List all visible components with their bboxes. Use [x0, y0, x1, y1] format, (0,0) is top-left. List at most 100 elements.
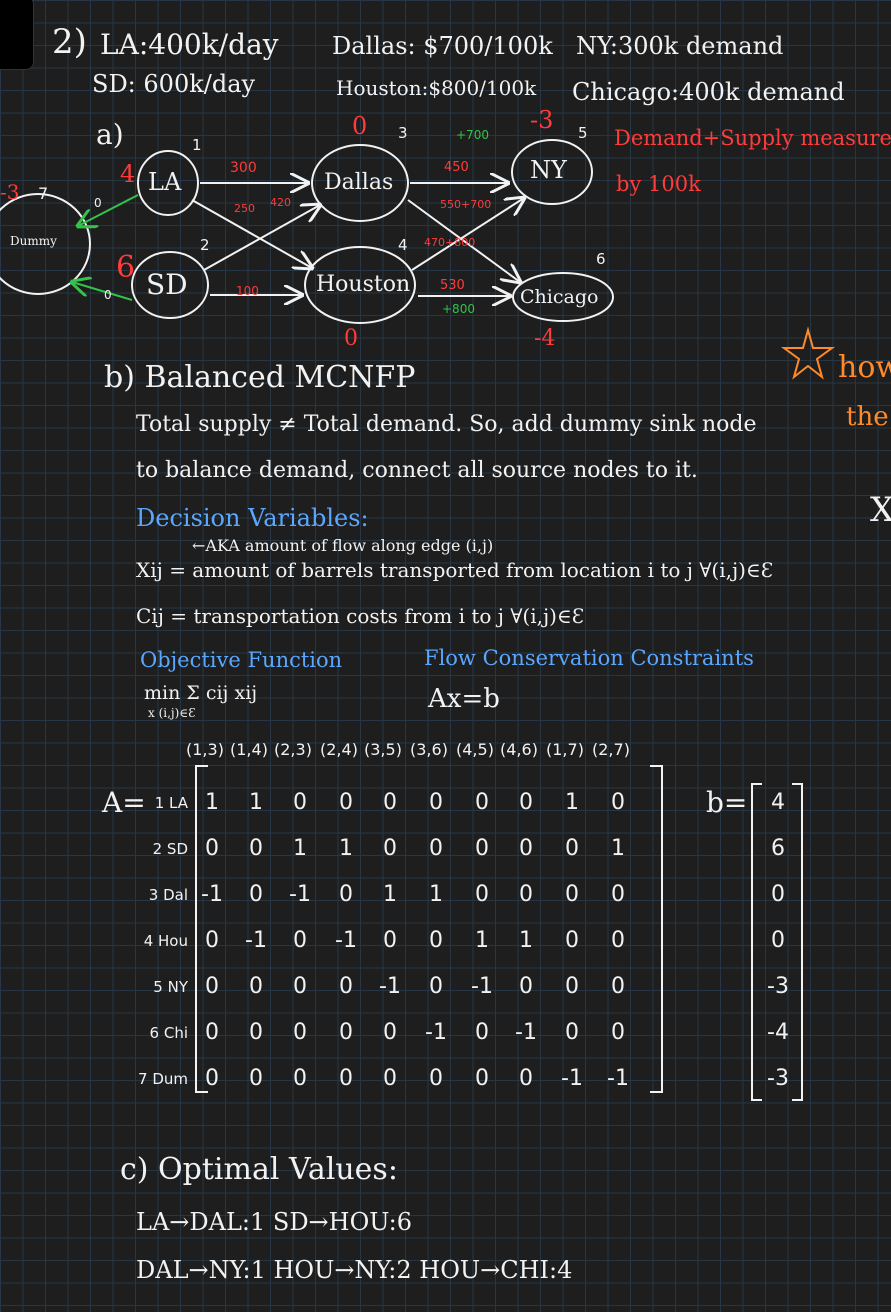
matrix-row-label: 6 Chi	[149, 1024, 188, 1042]
matrix-column-header: (1,4)	[230, 740, 268, 759]
matrix-column-header: (1,7)	[546, 740, 584, 759]
vector-b-right-bracket	[792, 783, 803, 1101]
node-chicago-label: Chicago	[520, 286, 599, 308]
matrix-cell: 1	[383, 882, 397, 907]
matrix-cell: 0	[205, 928, 219, 953]
supply-houston: 0	[344, 326, 358, 351]
edge-label-la-dum: 0	[94, 196, 102, 210]
node-dallas-number: 3	[398, 124, 408, 142]
edge-label-sd-dal: 250	[234, 202, 255, 215]
vector-b-cell: 6	[771, 836, 785, 861]
matrix-cell: 0	[383, 836, 397, 861]
matrix-cell: 1	[205, 790, 219, 815]
part-c-line2: DAL→NY:1 HOU→NY:2 HOU→CHI:4	[136, 1256, 573, 1284]
matrix-cell: 0	[205, 974, 219, 999]
matrix-cell: 0	[475, 790, 489, 815]
side-note2: the	[846, 402, 889, 432]
matrix-cell: 0	[339, 1066, 353, 1091]
matrix-cell: -1	[289, 882, 311, 907]
matrix-cell: 0	[519, 974, 533, 999]
matrix-cell: 0	[429, 928, 443, 953]
matrix-cell: 0	[205, 1020, 219, 1045]
supply-ny: -3	[530, 106, 554, 134]
star-icon	[780, 326, 836, 380]
edge-label-hou-chi-add: +800	[442, 302, 475, 316]
matrix-cell: 0	[611, 882, 625, 907]
vector-b-cell: 4	[771, 790, 785, 815]
matrix-cell: 0	[205, 836, 219, 861]
matrix-cell: 0	[519, 790, 533, 815]
vector-b-cell: 0	[771, 928, 785, 953]
matrix-cell: 1	[611, 836, 625, 861]
matrix-cell: 0	[383, 790, 397, 815]
node-ny-label: NY	[530, 156, 567, 184]
node-dallas-label: Dallas	[324, 170, 394, 195]
node-houston-label: Houston	[316, 272, 411, 297]
edge-label-hou-chi: 530	[440, 278, 465, 293]
node-la-number: 1	[192, 136, 202, 154]
node-la-label: LA	[148, 168, 182, 196]
dv-heading: Decision Variables:	[136, 504, 369, 532]
matrix-column-header: (4,6)	[500, 740, 538, 759]
matrix-cell: -1	[201, 882, 223, 907]
matrix-cell: -1	[245, 928, 267, 953]
matrix-cell: -1	[425, 1020, 447, 1045]
matrix-cell: 0	[429, 1066, 443, 1091]
matrix-cell: 0	[249, 974, 263, 999]
matrix-row-label: 3 Dal	[148, 886, 188, 904]
xij-def: Xij = amount of barrels transported from…	[136, 558, 774, 582]
matrix-cell: 0	[249, 836, 263, 861]
supply-sd: 6	[116, 250, 136, 285]
node-ny-number: 5	[578, 124, 588, 142]
matrix-cell: 0	[565, 882, 579, 907]
matrix-cell: 0	[611, 928, 625, 953]
matrix-cell: 0	[611, 974, 625, 999]
matrix-cell: 0	[611, 790, 625, 815]
matrix-cell: -1	[335, 928, 357, 953]
part-c-heading: c) Optimal Values:	[120, 1152, 398, 1187]
node-sd-number: 2	[200, 236, 210, 254]
matrix-column-header: (3,6)	[410, 740, 448, 759]
vector-b-left-bracket	[751, 783, 762, 1101]
matrix-cell: 0	[429, 790, 443, 815]
matrix-cell: 0	[249, 1020, 263, 1045]
matrix-cell: 0	[565, 1020, 579, 1045]
edge-la-dum	[78, 194, 139, 226]
matrix-cell: 0	[475, 1020, 489, 1045]
matrix-cell: 1	[475, 928, 489, 953]
matrix-cell: 0	[383, 928, 397, 953]
supply-chicago: -4	[534, 326, 556, 351]
matrix-cell: -1	[561, 1066, 583, 1091]
edge-label-dal-chi: 550+700	[440, 198, 492, 211]
edge-sd-dal	[203, 205, 320, 271]
matrix-cell: 1	[339, 836, 353, 861]
vector-b-cell: -3	[767, 974, 789, 999]
edge-label-dal-ny: 450	[444, 160, 469, 175]
matrix-cell: 0	[249, 882, 263, 907]
matrix-cell: 1	[249, 790, 263, 815]
matrix-column-header: (2,3)	[274, 740, 312, 759]
matrix-row-label: 7 Dum	[138, 1070, 188, 1088]
aka-note: ←AKA amount of flow along edge (i,j)	[192, 536, 494, 555]
supply-dallas: 0	[352, 112, 368, 140]
matrix-cell: -1	[471, 974, 493, 999]
matrix-row-label: 4 Hou	[143, 932, 188, 950]
matrix-cell: -1	[379, 974, 401, 999]
obj-heading: Objective Function	[140, 648, 343, 672]
matrix-cell: 0	[565, 836, 579, 861]
matrix-cell: 0	[475, 882, 489, 907]
matrix-a-right-bracket	[650, 765, 663, 1093]
supply-dummy: -3	[0, 180, 20, 204]
flow-equation: Ax=b	[428, 684, 500, 714]
matrix-cell: 0	[519, 882, 533, 907]
vector-b-label: b=	[706, 786, 748, 819]
edge-label-sd-dum: 0	[104, 288, 112, 302]
matrix-column-header: (2,7)	[592, 740, 630, 759]
matrix-cell: 0	[293, 928, 307, 953]
matrix-cell: 1	[293, 836, 307, 861]
matrix-cell: -1	[515, 1020, 537, 1045]
part-b-text1: Total supply ≠ Total demand. So, add dum…	[136, 412, 757, 437]
matrix-cell: 0	[293, 1066, 307, 1091]
side-x: X	[870, 490, 891, 530]
matrix-cell: 0	[249, 1066, 263, 1091]
